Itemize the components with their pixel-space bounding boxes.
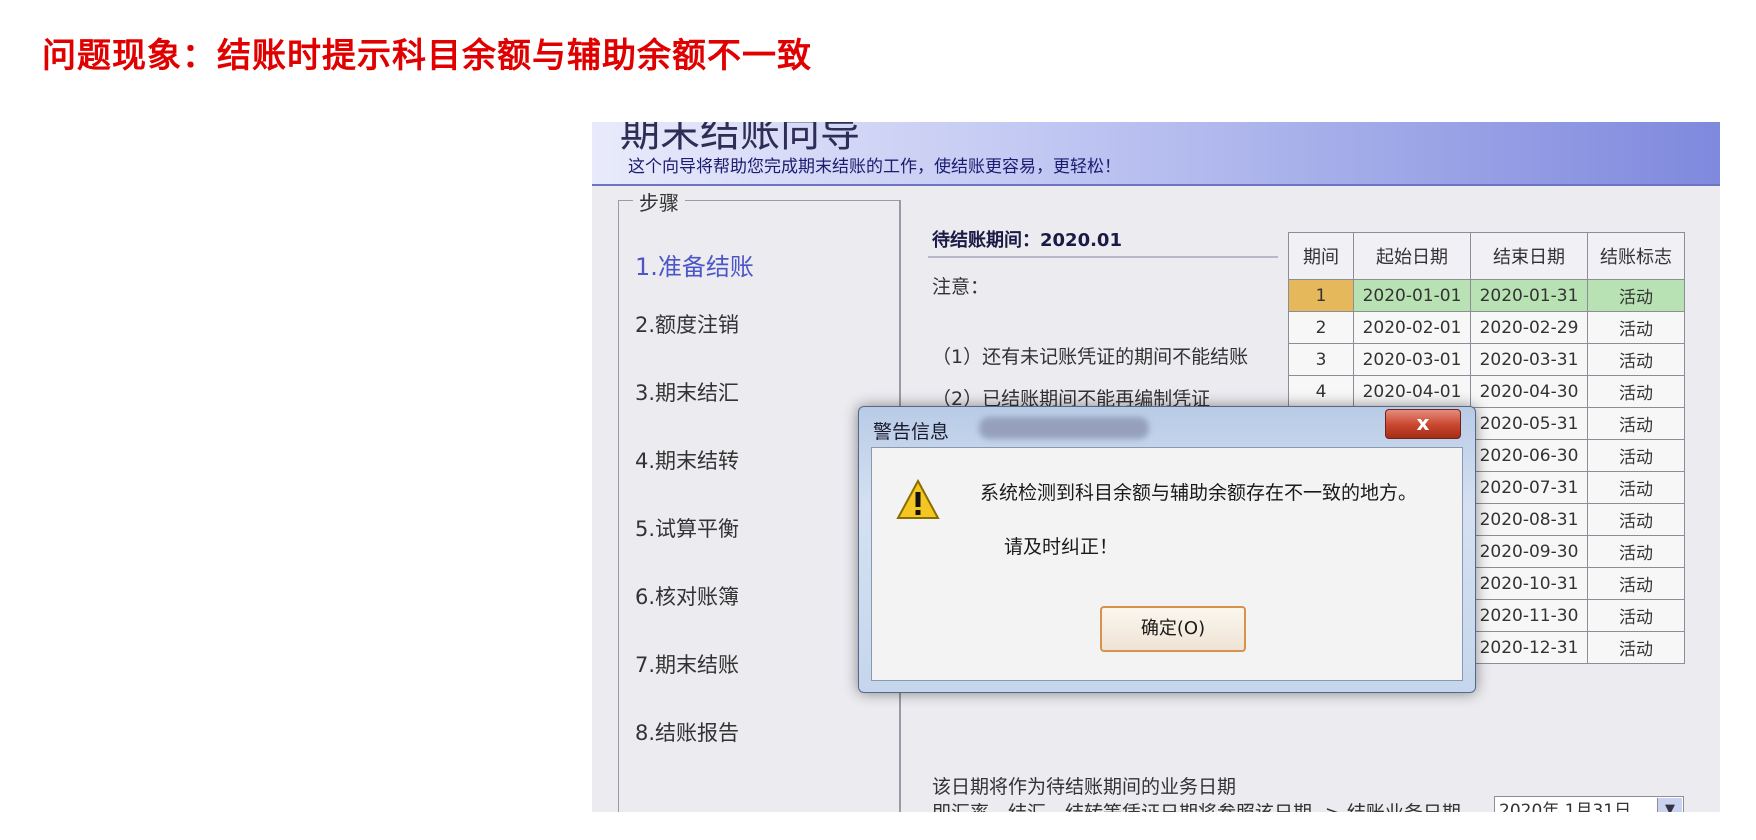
column-header-close-flag[interactable]: 结账标志 — [1587, 232, 1685, 280]
dialog-body: 系统检测到科目余额与辅助余额存在不一致的地方。 请及时纠正！ 确定(O) — [871, 447, 1463, 681]
chevron-down-icon[interactable]: ▼ — [1657, 798, 1682, 812]
steps-legend: 步骤 — [633, 187, 685, 216]
cell-close-flag: 活动 — [1587, 567, 1685, 600]
cell-close-flag: 活动 — [1587, 631, 1685, 664]
cell-close-flag: 活动 — [1587, 311, 1685, 344]
cell-close-flag: 活动 — [1587, 375, 1685, 408]
cell-start-date: 2020-01-01 — [1353, 279, 1471, 312]
cell-end-date: 2020-10-31 — [1470, 567, 1588, 600]
column-header-period[interactable]: 期间 — [1288, 232, 1354, 280]
cell-period: 4 — [1288, 375, 1354, 408]
cell-period: 2 — [1288, 311, 1354, 344]
ok-button[interactable]: 确定(O) — [1100, 606, 1246, 652]
pending-period-label: 待结账期间：2020.01 — [932, 230, 1122, 251]
cell-close-flag: 活动 — [1587, 343, 1685, 376]
cell-end-date: 2020-08-31 — [1470, 503, 1588, 536]
table-row[interactable]: 3 2020-03-01 2020-03-31 活动 — [1288, 343, 1685, 376]
warning-dialog: 警告信息 x 系统检测到科目余额与辅助余额存在不一致的地方。 请及时纠正！ 确定… — [858, 406, 1476, 693]
cell-start-date: 2020-03-01 — [1353, 343, 1471, 376]
page-heading: 问题现象：结账时提示科目余额与辅助余额不一致 — [42, 36, 812, 76]
cell-start-date: 2020-04-01 — [1353, 375, 1471, 408]
step-quota-cancel[interactable]: 2.额度注销 — [635, 309, 739, 339]
cell-close-flag: 活动 — [1587, 535, 1685, 568]
step-carry-forward[interactable]: 4.期末结转 — [635, 445, 739, 475]
cell-end-date: 2020-09-30 — [1470, 535, 1588, 568]
cell-period: 3 — [1288, 343, 1354, 376]
column-header-start-date[interactable]: 起始日期 — [1353, 232, 1471, 280]
cell-close-flag: 活动 — [1587, 471, 1685, 504]
wizard-screenshot: 期末结账向导 这个向导将帮助您完成期末结账的工作，使结账更容易，更轻松！ 步骤 … — [592, 122, 1720, 812]
step-exchange-settle[interactable]: 3.期末结汇 — [635, 377, 739, 407]
cell-end-date: 2020-07-31 — [1470, 471, 1588, 504]
blurred-title-text — [979, 417, 1149, 439]
cell-end-date: 2020-04-30 — [1470, 375, 1588, 408]
business-date-select[interactable]: 2020年 1月31日 ▼ — [1494, 796, 1684, 812]
cell-end-date: 2020-11-30 — [1470, 599, 1588, 632]
step-check-books[interactable]: 6.核对账簿 — [635, 581, 739, 611]
period-divider — [928, 256, 1278, 258]
dialog-message-secondary: 请及时纠正！ — [1004, 536, 1119, 558]
dialog-title: 警告信息 — [873, 421, 950, 443]
column-header-end-date[interactable]: 结束日期 — [1470, 232, 1588, 280]
dialog-message: 系统检测到科目余额与辅助余额存在不一致的地方。 — [980, 482, 1418, 504]
cell-start-date: 2020-02-01 — [1353, 311, 1471, 344]
step-prepare[interactable]: 1.准备结账 — [635, 247, 754, 282]
cell-close-flag: 活动 — [1587, 439, 1685, 472]
cell-close-flag: 活动 — [1587, 599, 1685, 632]
business-date-note: 该日期将作为待结账期间的业务日期 — [932, 776, 1237, 798]
cell-end-date: 2020-02-29 — [1470, 311, 1588, 344]
table-row[interactable]: 1 2020-01-01 2020-01-31 活动 — [1288, 279, 1685, 312]
warning-icon — [896, 478, 940, 519]
step-close-report[interactable]: 8.结账报告 — [635, 717, 739, 747]
business-date-note-detail: 即汇率、结汇、结转等凭证日期将参照该日期 -> 结账业务日期 — [932, 798, 1461, 812]
table-row[interactable]: 4 2020-04-01 2020-04-30 活动 — [1288, 375, 1685, 408]
cell-end-date: 2020-12-31 — [1470, 631, 1588, 664]
cell-end-date: 2020-03-31 — [1470, 343, 1588, 376]
cell-close-flag: 活动 — [1587, 503, 1685, 536]
business-date-value: 2020年 1月31日 — [1499, 801, 1632, 812]
cell-period: 1 — [1288, 279, 1354, 312]
wizard-subtitle: 这个向导将帮助您完成期末结账的工作，使结账更容易，更轻松！ — [628, 157, 1121, 177]
step-trial-balance[interactable]: 5.试算平衡 — [635, 513, 739, 543]
cell-close-flag: 活动 — [1587, 279, 1685, 312]
table-row[interactable]: 2 2020-02-01 2020-02-29 活动 — [1288, 311, 1685, 344]
wizard-banner: 期末结账向导 这个向导将帮助您完成期末结账的工作，使结账更容易，更轻松！ — [592, 122, 1720, 186]
note-label: 注意： — [932, 276, 990, 298]
table-header-row: 期间 起始日期 结束日期 结账标志 — [1288, 232, 1685, 280]
step-period-close[interactable]: 7.期末结账 — [635, 649, 739, 679]
cell-end-date: 2020-05-31 — [1470, 407, 1588, 440]
cell-end-date: 2020-06-30 — [1470, 439, 1588, 472]
rule-item: （1）还有未记账凭证的期间不能结账 — [932, 346, 1249, 368]
dialog-close-button[interactable]: x — [1385, 409, 1461, 439]
cell-close-flag: 活动 — [1587, 407, 1685, 440]
cell-end-date: 2020-01-31 — [1470, 279, 1588, 312]
